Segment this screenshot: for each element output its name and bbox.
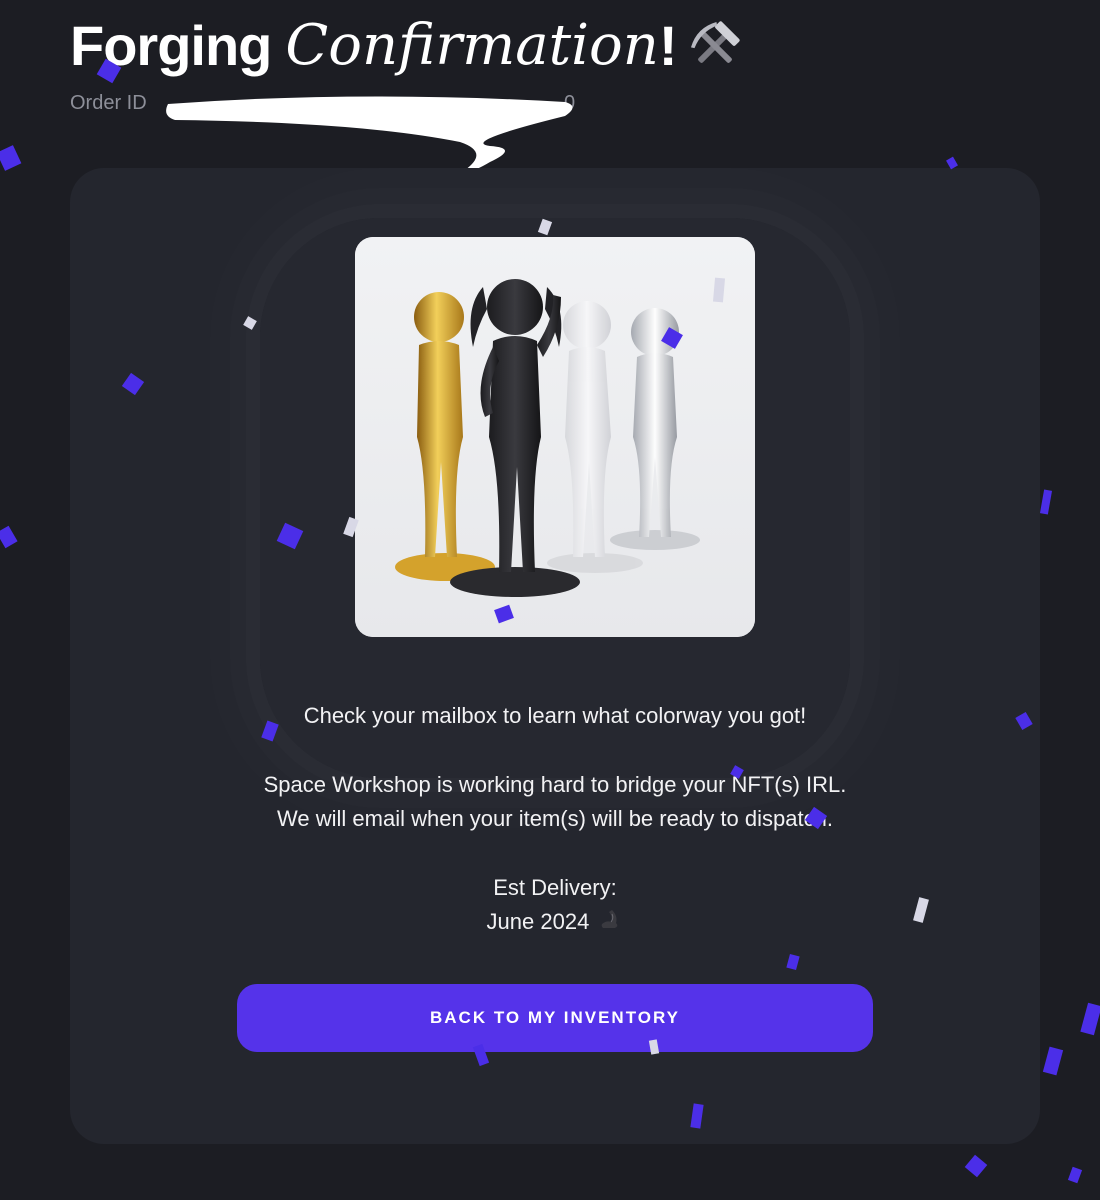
confetti-piece xyxy=(1042,1046,1064,1076)
page-title: Forging Confirmation ! xyxy=(70,12,743,80)
confetti-piece xyxy=(964,1154,988,1178)
confetti-piece xyxy=(1080,1002,1100,1036)
delivery-date: June 2024 xyxy=(486,909,590,934)
figure-colorways-photo xyxy=(355,237,755,637)
email-message: We will email when your item(s) will be … xyxy=(277,806,833,831)
colorway-message: Check your mailbox to learn what colorwa… xyxy=(303,703,807,728)
title-exclamation: ! xyxy=(658,14,678,77)
flexed-biceps-icon xyxy=(599,906,623,940)
delivery-date-row: June 2024 xyxy=(70,905,1040,940)
order-id-row: Order ID 0 xyxy=(70,92,575,115)
redaction-scribble xyxy=(166,96,573,171)
back-to-inventory-button[interactable]: BACK TO MY INVENTORY xyxy=(237,984,873,1052)
confetti-piece xyxy=(0,145,22,171)
confetti-piece xyxy=(1039,489,1053,515)
order-id-label: Order ID xyxy=(70,92,147,114)
hammer-and-pick-icon xyxy=(687,18,743,74)
confetti-piece xyxy=(1067,1166,1083,1184)
workshop-message: Space Workshop is working hard to bridge… xyxy=(263,772,847,797)
title-bold-text: Forging xyxy=(70,14,272,77)
title-serif-text: Confirmation xyxy=(285,13,659,78)
confirmation-card: Check your mailbox to learn what colorwa… xyxy=(70,168,1040,1144)
delivery-label: Est Delivery: xyxy=(493,875,617,900)
confetti-piece xyxy=(0,525,18,549)
